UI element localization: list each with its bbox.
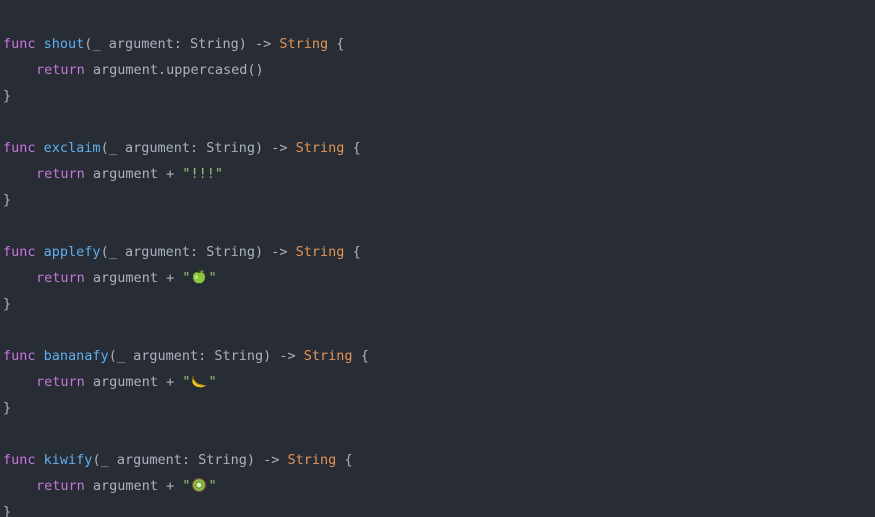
banana-icon <box>191 372 208 388</box>
code-line: return argument + "!!!" <box>3 161 369 187</box>
identifier: argument <box>92 166 158 182</box>
quote: " <box>208 270 217 286</box>
expression: argument.uppercased() <box>92 62 264 78</box>
function-name: exclaim <box>43 140 101 156</box>
identifier: argument <box>92 270 158 286</box>
arrow: ) -> <box>255 140 296 156</box>
brace: { <box>344 140 361 156</box>
return-type: String <box>295 140 345 156</box>
arrow: ) -> <box>246 452 288 468</box>
code-line: return argument.uppercased() <box>3 57 369 83</box>
brace: } <box>3 88 12 104</box>
code-line: func bananafy(_ argument: String) -> Str… <box>3 343 369 369</box>
code-line: func applefy(_ argument: String) -> Stri… <box>3 239 369 265</box>
operator: + <box>157 478 183 494</box>
kiwi-icon <box>191 476 207 492</box>
code-block: func shout(_ argument: String) -> String… <box>3 31 369 517</box>
brace: } <box>3 504 12 517</box>
code-line: } <box>3 187 369 213</box>
brace: } <box>3 192 12 208</box>
quote: " <box>182 478 191 494</box>
keyword: return <box>36 270 85 286</box>
quote: " <box>182 374 191 390</box>
brace: { <box>352 348 369 364</box>
keyword: return <box>36 478 85 494</box>
operator: + <box>157 270 183 286</box>
function-name: shout <box>43 36 85 52</box>
paren: ( <box>100 244 109 260</box>
paren: ( <box>92 452 101 468</box>
return-type: String <box>303 348 353 364</box>
keyword: func <box>3 348 36 364</box>
quote: " <box>182 270 191 286</box>
arrow: ) -> <box>255 244 296 260</box>
keyword: return <box>36 166 85 182</box>
brace: { <box>344 244 361 260</box>
paren: ( <box>108 348 117 364</box>
return-type: String <box>295 244 345 260</box>
brace: { <box>336 452 353 468</box>
parameter: _ argument: String <box>92 36 239 52</box>
code-line: } <box>3 83 369 109</box>
code-line: return argument + " " <box>3 369 369 395</box>
operator: + <box>157 166 183 182</box>
parameter: _ argument: String <box>108 244 256 260</box>
brace: } <box>3 296 12 312</box>
quote: " <box>208 374 217 390</box>
code-editor[interactable]: func shout(_ argument: String) -> String… <box>0 0 875 517</box>
keyword: return <box>36 62 85 78</box>
identifier: argument <box>92 374 158 390</box>
quote: " <box>208 478 217 494</box>
keyword: func <box>3 36 36 52</box>
function-name: kiwify <box>43 452 93 468</box>
brace: } <box>3 400 12 416</box>
code-line: func exclaim(_ argument: String) -> Stri… <box>3 135 369 161</box>
parameter: _ argument: String <box>100 452 247 468</box>
keyword: func <box>3 452 36 468</box>
keyword: func <box>3 244 36 260</box>
code-line: return argument + " " <box>3 473 369 499</box>
green-apple-icon <box>191 268 207 284</box>
identifier: argument <box>92 478 158 494</box>
return-type: String <box>287 452 337 468</box>
function-name: bananafy <box>43 348 109 364</box>
code-line: } <box>3 499 369 517</box>
parameter: _ argument: String <box>116 348 264 364</box>
brace: { <box>328 36 345 52</box>
code-line: } <box>3 395 369 421</box>
operator: + <box>157 374 183 390</box>
arrow: ) -> <box>238 36 280 52</box>
function-name: applefy <box>43 244 101 260</box>
code-line: return argument + " " <box>3 265 369 291</box>
string-literal: "!!!" <box>182 166 223 182</box>
code-line: func kiwify(_ argument: String) -> Strin… <box>3 447 369 473</box>
code-line: func shout(_ argument: String) -> String… <box>3 31 369 57</box>
return-type: String <box>279 36 329 52</box>
paren: ( <box>100 140 109 156</box>
arrow: ) -> <box>263 348 304 364</box>
keyword: return <box>36 374 85 390</box>
keyword: func <box>3 140 36 156</box>
parameter: _ argument: String <box>108 140 256 156</box>
code-line: } <box>3 291 369 317</box>
